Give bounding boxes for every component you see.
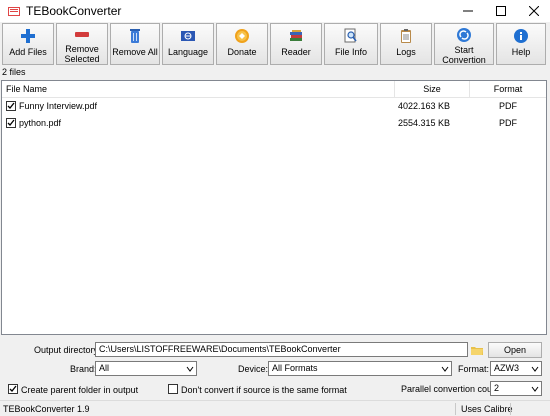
- row-checkbox[interactable]: [6, 101, 16, 111]
- dont-convert-checkbox[interactable]: [168, 384, 178, 394]
- reader-label: Reader: [281, 47, 311, 57]
- logs-button[interactable]: Logs: [380, 23, 432, 65]
- column-header-file-name[interactable]: File Name: [2, 81, 394, 98]
- status-separator: [510, 403, 511, 415]
- table-row[interactable]: python.pdf 2554.315 KB PDF: [2, 115, 546, 132]
- format-select[interactable]: AZW3: [490, 361, 542, 376]
- file-format: PDF: [499, 118, 517, 128]
- toolbar: Add Files Remove Selected Remove All Lan…: [0, 22, 550, 66]
- add-files-button[interactable]: Add Files: [2, 23, 54, 65]
- trash-icon: [126, 27, 144, 45]
- app-icon: [8, 7, 20, 16]
- column-header-size[interactable]: Size: [395, 81, 469, 98]
- plus-icon: [19, 27, 37, 45]
- row-checkbox[interactable]: [6, 118, 16, 128]
- minimize-button[interactable]: [451, 0, 484, 22]
- title-bar: TEBookConverter: [0, 0, 550, 22]
- brand-label: Brand:: [70, 364, 97, 374]
- file-count: 2 files: [2, 67, 26, 77]
- status-separator: [455, 403, 456, 415]
- column-header-format[interactable]: Format: [470, 81, 546, 98]
- chevron-down-icon: [531, 366, 539, 372]
- create-parent-label: Create parent folder in output: [21, 385, 139, 395]
- output-directory-label: Output directory:: [34, 345, 101, 355]
- chevron-down-icon: [186, 366, 194, 372]
- start-conversion-button[interactable]: Start Convertion: [434, 23, 494, 65]
- chevron-down-icon: [531, 386, 539, 392]
- file-size: 4022.163 KB: [397, 101, 450, 111]
- parallel-count-select[interactable]: 2: [490, 381, 542, 396]
- add-files-label: Add Files: [9, 47, 47, 57]
- info-icon: [512, 27, 530, 45]
- help-label: Help: [511, 47, 531, 57]
- file-info-label: File Info: [334, 47, 367, 57]
- remove-all-label: Remove All: [112, 47, 158, 57]
- create-parent-checkbox[interactable]: [8, 384, 18, 394]
- device-value: All Formats: [272, 363, 318, 373]
- close-button[interactable]: [517, 0, 550, 22]
- device-select[interactable]: All Formats: [268, 361, 452, 376]
- list-header: File Name Size Format: [2, 81, 546, 98]
- magnifier-document-icon: [342, 27, 360, 45]
- remove-selected-label-line1: Remove: [65, 44, 99, 54]
- reader-button[interactable]: Reader: [270, 23, 322, 65]
- file-size: 2554.315 KB: [397, 118, 450, 128]
- brand-value: All: [99, 363, 110, 373]
- device-label: Device:: [238, 364, 269, 374]
- language-label: Language: [167, 47, 209, 57]
- output-directory-field[interactable]: C:\Users\LISTOFFREEWARE\Documents\TEBook…: [95, 342, 468, 357]
- minimize-icon: [462, 10, 473, 12]
- file-name: Funny Interview.pdf: [19, 101, 98, 111]
- maximize-button[interactable]: [484, 0, 517, 22]
- close-icon: [528, 6, 539, 16]
- format-value: AZW3: [494, 363, 520, 373]
- donate-button[interactable]: Donate: [216, 23, 268, 65]
- convert-icon: [455, 27, 473, 43]
- version-text: TEBookConverter 1.9: [3, 404, 90, 414]
- table-row[interactable]: Funny Interview.pdf 4022.163 KB PDF: [2, 98, 546, 115]
- logs-label: Logs: [396, 47, 416, 57]
- donate-label: Donate: [227, 47, 257, 57]
- checkmark-icon: [7, 119, 15, 126]
- brand-select[interactable]: All: [95, 361, 197, 376]
- parallel-count-value: 2: [494, 383, 500, 393]
- language-icon: [179, 27, 197, 45]
- parallel-count-label: Parallel convertion count:: [401, 384, 503, 394]
- help-button[interactable]: Help: [496, 23, 546, 65]
- file-list[interactable]: File Name Size Format Funny Interview.pd…: [1, 80, 547, 335]
- folder-icon: [471, 346, 483, 355]
- maximize-icon: [495, 6, 506, 16]
- file-format: PDF: [499, 101, 517, 111]
- file-name: python.pdf: [19, 118, 62, 128]
- open-button[interactable]: Open: [488, 342, 542, 358]
- format-label: Format:: [458, 364, 490, 374]
- minus-icon: [73, 25, 91, 43]
- clipboard-icon: [397, 27, 415, 45]
- browse-folder-button[interactable]: [470, 342, 484, 357]
- chevron-down-icon: [441, 366, 449, 372]
- remove-selected-button[interactable]: Remove Selected: [56, 23, 108, 65]
- status-bar: TEBookConverter 1.9 Uses Calibre: [0, 400, 550, 416]
- remove-selected-label-line2: Selected: [64, 54, 100, 64]
- language-button[interactable]: Language: [162, 23, 214, 65]
- remove-selected-label: Remove Selected: [64, 44, 99, 64]
- engine-text: Uses Calibre: [461, 404, 513, 414]
- start-conversion-label: Start Convertion: [442, 45, 486, 65]
- donate-icon: [233, 27, 251, 45]
- window-title: TEBookConverter: [26, 4, 122, 18]
- remove-all-button[interactable]: Remove All: [110, 23, 160, 65]
- checkmark-icon: [7, 102, 15, 109]
- dont-convert-label: Don't convert if source is the same form…: [181, 385, 347, 395]
- checkmark-icon: [9, 385, 17, 392]
- file-info-button[interactable]: File Info: [324, 23, 378, 65]
- books-icon: [287, 27, 305, 45]
